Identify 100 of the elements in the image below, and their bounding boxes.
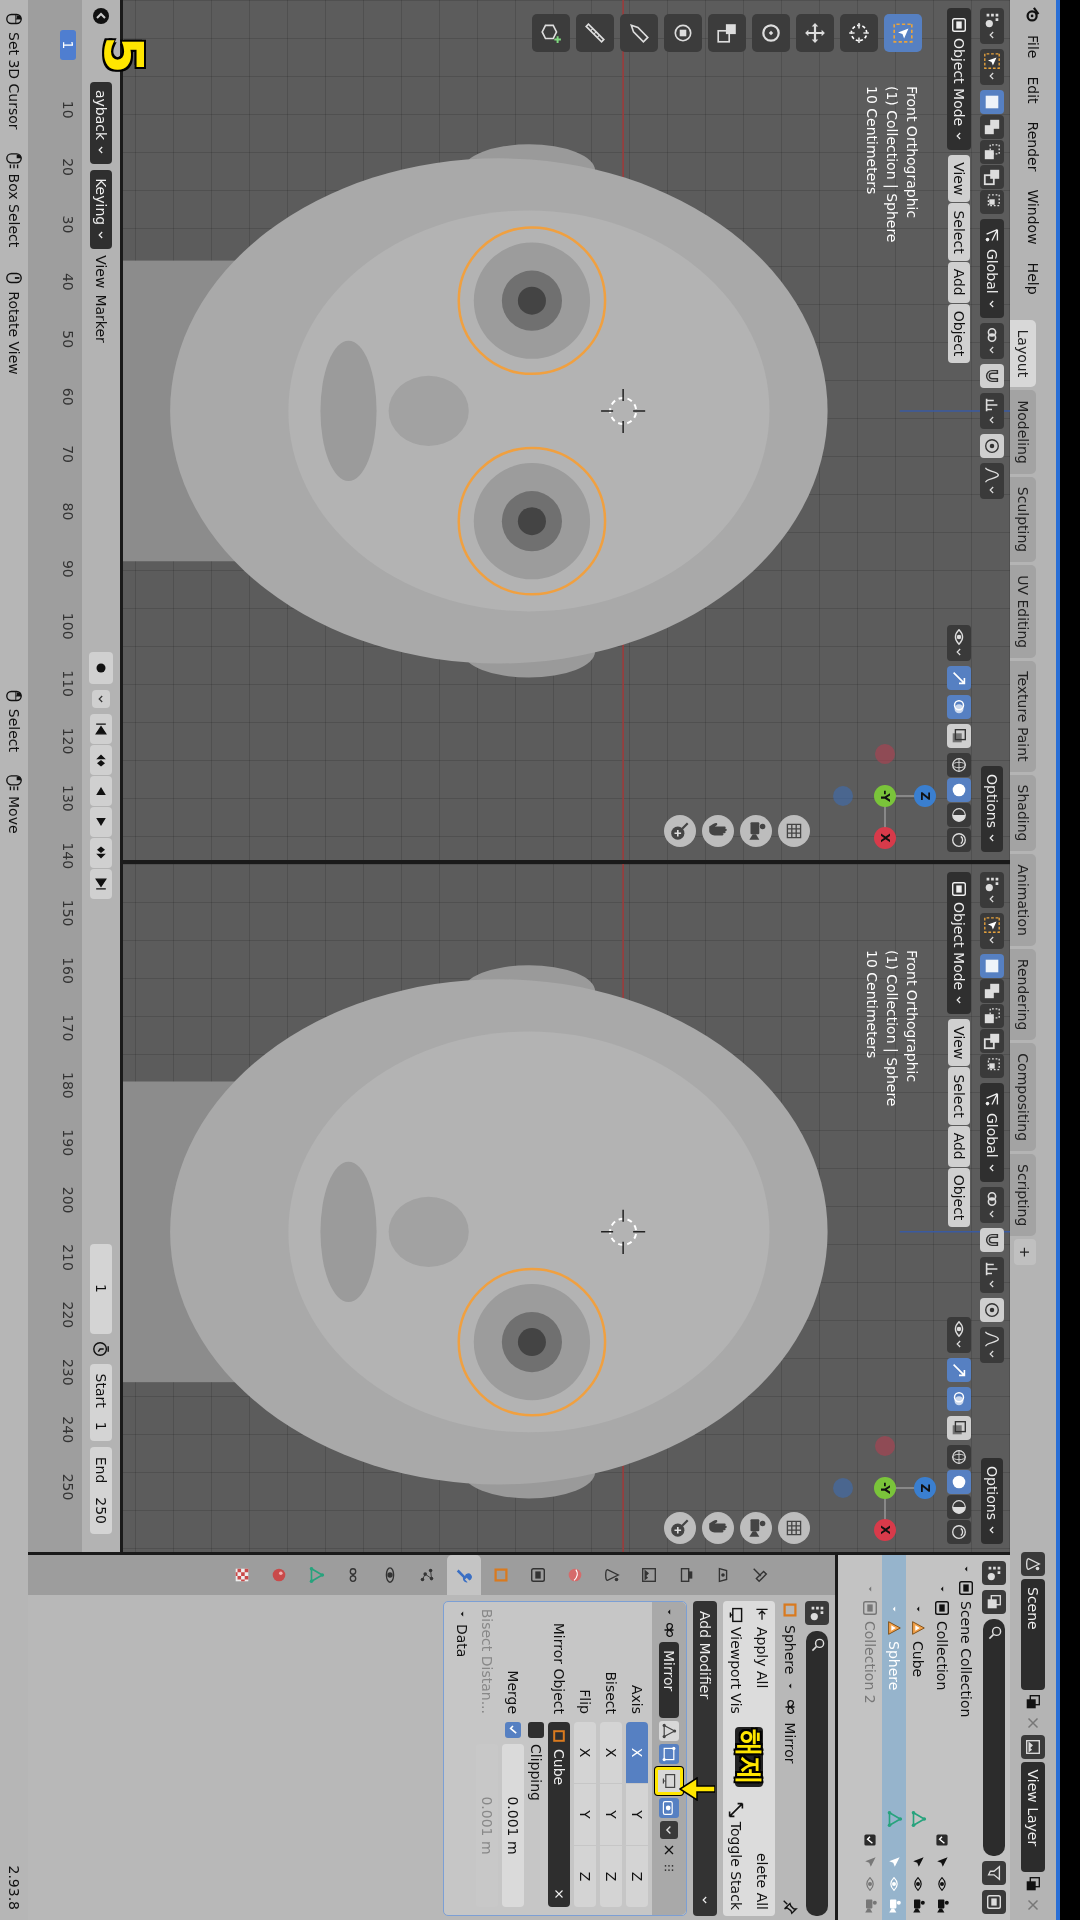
viewport-menu[interactable]: Object bbox=[948, 1167, 970, 1228]
3d-viewport[interactable]: Global Options Object Mode View Select Add Object Front Orthographic (1) Collection | Sphere 10 Centimeters Z -Y X bbox=[123, 864, 1010, 1552]
toggle-stack-button[interactable]: Toggle Stack bbox=[728, 1801, 744, 1910]
frame-number: 240 bbox=[60, 1415, 76, 1446]
viewport-menu[interactable]: View bbox=[948, 1019, 970, 1067]
timeline-dropdown[interactable]: Keying bbox=[90, 170, 112, 250]
outliner-row[interactable]: Cube bbox=[906, 1555, 930, 1920]
workspace-tab[interactable]: UV Editing bbox=[1010, 565, 1036, 659]
axis-handle[interactable]: X bbox=[874, 1519, 896, 1541]
options-dropdown[interactable]: Options bbox=[981, 765, 1003, 852]
add-workspace-button[interactable]: + bbox=[1014, 1239, 1036, 1266]
axis-toggle[interactable]: Y bbox=[600, 1784, 622, 1845]
end-frame-field[interactable]: End 250 bbox=[90, 1446, 112, 1534]
checkbox-label: Clipping bbox=[528, 1744, 544, 1801]
frame-number: 80 bbox=[60, 501, 76, 523]
frame-number: 100 bbox=[60, 611, 76, 642]
viewport-menu[interactable]: Object bbox=[948, 303, 970, 364]
axis-toggle[interactable]: Z bbox=[574, 1846, 596, 1907]
annotation-text: 해제 bbox=[735, 1727, 763, 1787]
frame-number: 190 bbox=[60, 1128, 76, 1159]
field-label: Bisect Distan... bbox=[479, 1607, 495, 1714]
status-hint: Box Select bbox=[6, 173, 22, 248]
delete-all-button[interactable]: elete All bbox=[754, 1852, 770, 1910]
view-layer-field[interactable]: View Layer bbox=[1021, 1761, 1045, 1872]
axis-toggle[interactable]: Z bbox=[600, 1846, 622, 1907]
field-label: Bisect bbox=[603, 1670, 619, 1714]
frame-number: 160 bbox=[60, 956, 76, 986]
workspace-tab[interactable]: Scripting bbox=[1010, 1154, 1036, 1237]
section-header[interactable]: Data bbox=[454, 1624, 470, 1658]
workspace-tab[interactable]: Compositing bbox=[1010, 1043, 1036, 1152]
axis-handle[interactable]: Z bbox=[914, 785, 936, 807]
menu-item[interactable]: File bbox=[1023, 28, 1043, 66]
version-text: 2.93.8 bbox=[6, 1865, 22, 1910]
workspace-tab[interactable]: Rendering bbox=[1010, 948, 1036, 1041]
frame-ruler[interactable]: 1 10 20 30 40 50 60 70 80 90 100 110 120 130 140 150 160 170 180 190 200 210 220 230 240 250 bbox=[28, 0, 82, 1552]
mode-dropdown[interactable]: Object Mode bbox=[947, 872, 971, 1015]
add-modifier-button[interactable]: Add Modifier bbox=[693, 1601, 717, 1916]
frame-number: 30 bbox=[60, 214, 76, 236]
axis-toggle[interactable]: Y bbox=[574, 1784, 596, 1845]
frame-number: 180 bbox=[60, 1070, 76, 1101]
axis-handle[interactable]: -Y bbox=[874, 1477, 896, 1499]
axis-toggle[interactable]: Z bbox=[626, 1846, 648, 1907]
viewport-vis-button[interactable]: Viewport Vis bbox=[728, 1607, 744, 1714]
workspace-tab[interactable]: Texture Paint bbox=[1010, 661, 1036, 772]
workspace-tab[interactable]: Animation bbox=[1010, 854, 1036, 946]
frame-number: 10 bbox=[60, 99, 76, 121]
menu-item[interactable]: Window bbox=[1023, 182, 1043, 252]
timeline-menu[interactable]: Marker bbox=[93, 294, 109, 343]
viewport-info-text: (1) Collection | Sphere bbox=[882, 86, 901, 243]
options-dropdown[interactable]: Options bbox=[981, 1457, 1003, 1544]
workspace-tab[interactable]: Shading bbox=[1010, 774, 1036, 852]
viewport-info-text: (1) Collection | Sphere bbox=[882, 950, 901, 1107]
menu-item[interactable]: Edit bbox=[1023, 69, 1043, 111]
apply-all-button[interactable]: Apply All bbox=[754, 1607, 770, 1689]
number-field[interactable]: 0.001 m bbox=[502, 1744, 524, 1907]
frame-number: 60 bbox=[60, 386, 76, 408]
viewport-menu[interactable]: View bbox=[948, 155, 970, 203]
axis-handle[interactable]: X bbox=[874, 827, 896, 849]
orientation-dropdown[interactable]: Global bbox=[980, 1083, 1004, 1182]
orientation-dropdown[interactable]: Global bbox=[980, 219, 1004, 318]
menu-item[interactable]: Help bbox=[1023, 255, 1043, 302]
mirror-object-field[interactable]: Cube bbox=[548, 1722, 570, 1907]
axis-toggle[interactable]: Y bbox=[626, 1784, 648, 1845]
axis-toggle[interactable]: X bbox=[574, 1722, 596, 1783]
axis-handle[interactable]: Z bbox=[914, 1477, 936, 1499]
viewport-menu[interactable]: Select bbox=[948, 1067, 970, 1125]
viewport-menu[interactable]: Add bbox=[948, 1125, 970, 1167]
mode-dropdown[interactable]: Object Mode bbox=[947, 8, 971, 151]
viewport-info-text: Front Orthographic bbox=[903, 86, 921, 219]
outliner-row[interactable]: Collection bbox=[930, 1555, 954, 1920]
field-label: Mirror Object bbox=[551, 1621, 567, 1714]
field-label: Flip bbox=[577, 1688, 593, 1714]
timeline-dropdown[interactable]: ayback bbox=[90, 82, 112, 165]
menu-item[interactable]: Render bbox=[1023, 114, 1043, 179]
workspace-tab[interactable]: Modeling bbox=[1010, 390, 1036, 474]
frame-number: 40 bbox=[60, 271, 76, 293]
timeline-menu[interactable]: View bbox=[93, 255, 109, 289]
axis-toggle[interactable]: X bbox=[600, 1722, 622, 1783]
object-name: Sphere bbox=[782, 1625, 798, 1675]
current-frame-field[interactable]: 1 bbox=[90, 1243, 112, 1334]
current-frame-marker[interactable]: 1 bbox=[60, 30, 76, 60]
axis-handle[interactable]: -Y bbox=[874, 785, 896, 807]
workspace-tab[interactable]: Sculpting bbox=[1010, 476, 1036, 563]
frame-number: 50 bbox=[60, 329, 76, 351]
field-label: Axis bbox=[629, 1683, 645, 1714]
viewport-menu[interactable]: Select bbox=[948, 203, 970, 261]
workspace-tab[interactable]: Layout bbox=[1010, 319, 1036, 388]
frame-number: 140 bbox=[60, 841, 76, 872]
modifier-name-field[interactable]: Mirror bbox=[659, 1642, 679, 1718]
scene-field[interactable]: Scene bbox=[1021, 1579, 1045, 1690]
viewport-info-text: 10 Centimeters bbox=[863, 86, 881, 195]
outliner-row[interactable]: Scene Collection bbox=[954, 1555, 978, 1920]
axis-toggle[interactable]: X bbox=[626, 1722, 648, 1783]
start-frame-field[interactable]: Start 1 bbox=[90, 1363, 112, 1441]
status-hint: Move bbox=[6, 796, 22, 834]
frame-number: 70 bbox=[60, 444, 76, 465]
frame-number: 110 bbox=[60, 669, 76, 699]
frame-number: 20 bbox=[60, 157, 76, 178]
viewport-menu[interactable]: Add bbox=[948, 261, 970, 303]
frame-number: 200 bbox=[60, 1185, 76, 1216]
